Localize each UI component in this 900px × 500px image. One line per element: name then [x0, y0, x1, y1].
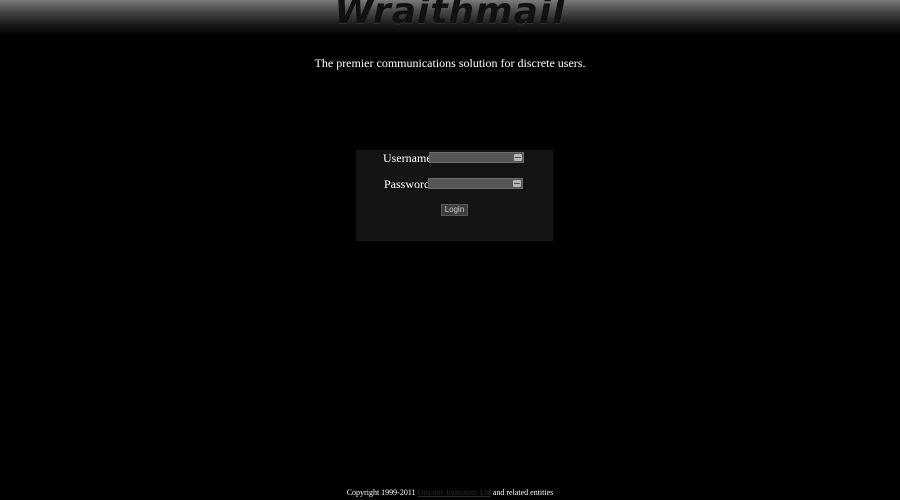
header-banner: Wraithmail	[0, 0, 900, 36]
key-icon	[513, 180, 521, 187]
footer: Copyright 1999-2011 Discrete Industries …	[0, 488, 900, 497]
login-form: Username: Password: Login	[356, 150, 553, 241]
copyright-prefix: Copyright 1999-2011	[346, 488, 416, 497]
key-icon	[514, 154, 522, 161]
wraithmail-logo: Wraithmail	[334, 0, 566, 32]
password-label: Password:	[384, 177, 434, 191]
company-link[interactable]: Discrete Industries Ltd	[418, 488, 491, 497]
login-button[interactable]: Login	[441, 204, 468, 216]
password-input[interactable]	[428, 178, 523, 189]
username-input[interactable]	[429, 152, 524, 163]
username-label: Username:	[383, 151, 435, 165]
tagline: The premier communications solution for …	[314, 56, 586, 70]
copyright-suffix: and related entities	[492, 488, 554, 497]
